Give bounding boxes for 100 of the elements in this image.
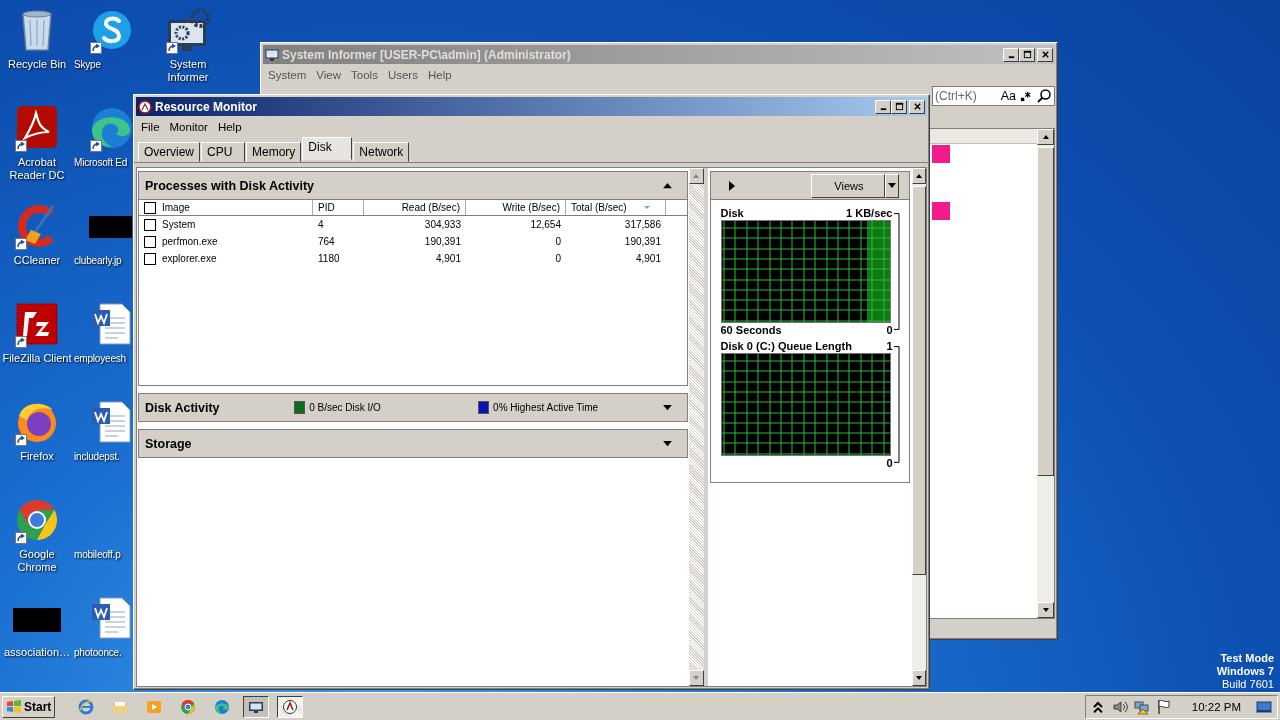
flag-icon[interactable]	[1155, 698, 1172, 715]
tab[interactable]: Memory	[246, 142, 302, 162]
tab[interactable]: Disk	[302, 137, 353, 160]
column-header[interactable]: Image	[162, 202, 190, 213]
table-cell: 190,391	[624, 236, 661, 247]
axis-label: 1 KB/sec	[846, 206, 893, 220]
media-player-icon	[146, 698, 163, 715]
menu-item[interactable]: Help	[212, 121, 247, 133]
axis-label: 0	[886, 456, 893, 470]
close-icon	[912, 102, 922, 111]
match-case-toggle[interactable]: Aa	[1000, 89, 1016, 103]
graph-title: Disk	[720, 206, 744, 220]
close-icon	[1040, 50, 1050, 59]
icon-label[interactable]: Firefox	[0, 450, 74, 463]
os-notice-text: Test Mode	[1220, 652, 1274, 665]
menu-item[interactable]: Help	[422, 69, 457, 81]
os-notice-text: Windows 7	[1216, 665, 1274, 678]
table-cell: 190,391	[424, 236, 461, 247]
section-title: Disk Activity	[145, 400, 221, 415]
table-cell: 4,901	[435, 253, 461, 264]
network-icon[interactable]	[1133, 698, 1150, 715]
table-cell: 1180	[318, 253, 340, 264]
arrow-up-icon[interactable]	[1041, 133, 1050, 141]
regex-icon[interactable]	[1020, 90, 1032, 102]
arrow-down-icon[interactable]	[1041, 606, 1050, 614]
icon-label[interactable]: photoonce.	[74, 646, 122, 659]
checkbox[interactable]	[144, 235, 156, 248]
tab[interactable]: Overview	[138, 142, 200, 162]
table-cell: 12,654	[530, 219, 561, 230]
table-cell: 764	[318, 236, 335, 247]
graph-title: Disk 0 (C:) Queue Length	[720, 339, 852, 353]
section-header[interactable]: Disk Activity 0 B/sec Disk I/O 0% Highest Active Time	[138, 393, 688, 422]
show-desktop-icon[interactable]	[1255, 698, 1273, 715]
os-notice-text: Build 7601	[1222, 678, 1274, 691]
icon-label[interactable]: Acrobat Reader DC	[0, 156, 74, 182]
table-cell: 0	[555, 253, 561, 264]
menu-item[interactable]: Tools	[346, 69, 383, 81]
section-header[interactable]: Storage	[138, 429, 688, 458]
checkbox[interactable]	[144, 252, 156, 265]
menu-item[interactable]: File	[136, 121, 165, 133]
table-cell: System	[162, 219, 196, 230]
expand-icon[interactable]	[662, 440, 673, 447]
expand-icon[interactable]	[662, 404, 673, 411]
checkbox[interactable]	[144, 218, 156, 231]
highlighted-row[interactable]	[932, 201, 950, 220]
expand-arrow-icon[interactable]	[728, 180, 735, 191]
search-icon[interactable]	[1036, 88, 1052, 104]
icon-label[interactable]: Recycle Bin	[0, 58, 74, 71]
column-header[interactable]: Total (B/sec)	[571, 202, 627, 213]
icon-label[interactable]: Google Chrome	[0, 548, 74, 574]
scrollbar[interactable]	[1037, 129, 1054, 618]
maximize-button[interactable]	[891, 99, 907, 114]
icon-label[interactable]: Microsoft Ed	[74, 156, 128, 169]
axis-label: 60 Seconds	[720, 323, 782, 337]
maximize-button[interactable]	[1019, 47, 1035, 62]
start-button[interactable]: Start	[2, 695, 56, 718]
menu-item[interactable]: View	[311, 69, 347, 81]
icon-label[interactable]: clubearly.jp	[74, 254, 122, 267]
collapse-icon[interactable]	[662, 182, 673, 189]
window-title: System Informer [USER-PC\admin] (Administrator)	[282, 47, 571, 62]
speaker-icon[interactable]	[1111, 698, 1128, 715]
minimize-button[interactable]	[875, 99, 891, 114]
column-header[interactable]: Write (B/sec)	[502, 202, 560, 213]
section-title: Processes with Disk Activity	[145, 178, 315, 193]
icon-label[interactable]: association…	[0, 646, 74, 659]
icon-label[interactable]: mobileoff.p	[74, 548, 121, 561]
taskbar-button[interactable]	[277, 695, 304, 718]
menu-item[interactable]: Users	[382, 69, 423, 81]
table-cell: 4,901	[635, 253, 661, 264]
icon-label[interactable]: System Informer	[151, 58, 225, 84]
table-cell: explorer.exe	[162, 253, 217, 264]
icon-label[interactable]: employeesh	[74, 352, 126, 365]
search-field[interactable]: (Ctrl+K) Aa	[932, 86, 1055, 106]
column-header[interactable]: PID	[318, 202, 335, 213]
icon-label[interactable]: FileZilla Client	[0, 352, 74, 365]
highlighted-row[interactable]	[932, 144, 950, 163]
clock[interactable]: 10:22 PM	[1191, 700, 1241, 713]
tab[interactable]: CPU	[201, 142, 245, 162]
section-header[interactable]: Processes with Disk Activity	[138, 171, 688, 200]
taskbar-button[interactable]	[243, 695, 270, 718]
close-button[interactable]	[909, 99, 925, 114]
icon-label[interactable]: CCleaner	[0, 254, 74, 267]
icon-label[interactable]: includepst.	[74, 450, 120, 463]
checkbox[interactable]	[144, 201, 156, 214]
tab[interactable]: Network	[353, 142, 410, 162]
views-button[interactable]: Views	[810, 173, 885, 198]
section-title: Storage	[145, 436, 192, 451]
table-cell: perfmon.exe	[162, 236, 218, 247]
table-cell: 0	[555, 236, 561, 247]
table-cell: 317,586	[624, 219, 661, 230]
arrow-down-icon[interactable]	[914, 674, 923, 682]
menu-item[interactable]: System	[263, 69, 312, 81]
menu-item[interactable]: Monitor	[164, 121, 213, 133]
minimize-button[interactable]	[1003, 47, 1019, 62]
arrow-up-icon[interactable]	[914, 172, 923, 180]
legend-label: 0 B/sec Disk I/O	[309, 402, 381, 413]
column-header[interactable]: Read (B/sec)	[401, 202, 460, 213]
caret-icon	[887, 183, 896, 188]
icon-label[interactable]: Skype	[74, 58, 101, 71]
close-button[interactable]	[1037, 47, 1053, 62]
